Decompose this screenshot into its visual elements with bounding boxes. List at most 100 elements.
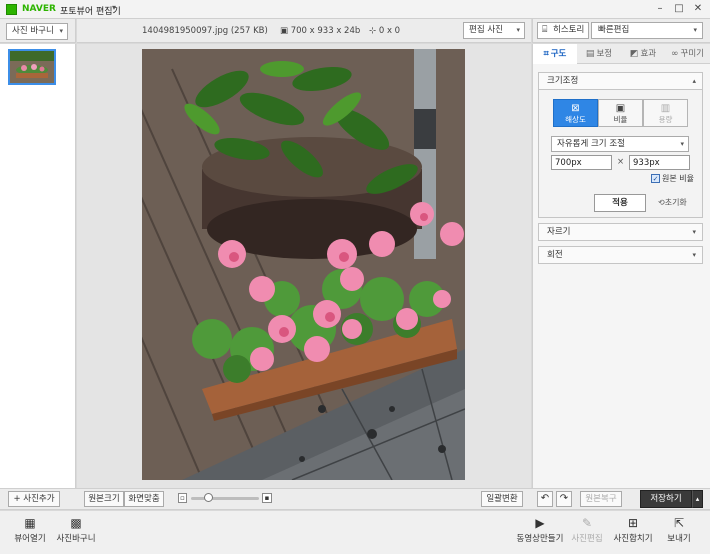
image-dimensions: ▣ 700 x 933 x 24b xyxy=(280,26,360,36)
photo-basket-label: 사진바구니 xyxy=(56,534,96,544)
tab-composition[interactable]: ⌗ 구도 xyxy=(533,44,577,64)
naver-logo-icon xyxy=(6,4,17,15)
dimensions-text: 700 x 933 x 24b xyxy=(290,26,361,36)
resolution-icon: ⊠ xyxy=(571,103,580,114)
pencil-icon: ✎ xyxy=(581,516,593,530)
fit-screen-button[interactable]: 화면맞춤 xyxy=(124,491,164,507)
chevron-up-icon: ▴ xyxy=(692,77,696,85)
resolution-mode-label: 해상도 xyxy=(565,115,586,124)
thumbnail-image xyxy=(10,51,54,83)
zoom-slider[interactable] xyxy=(191,497,259,500)
send-button[interactable]: ⇱ 보내기 xyxy=(662,517,696,544)
file-name-size: 1404981950097.jpg (257 KB) xyxy=(142,26,268,36)
maximize-button[interactable]: □ xyxy=(672,2,686,16)
tab-label: 구도 xyxy=(550,49,567,59)
times-sign: × xyxy=(617,157,625,167)
tab-correction[interactable]: ▤ 보정 xyxy=(577,44,621,64)
edit-photo-dropdown-label: 편집 사진 xyxy=(469,25,503,35)
resize-mode-dropdown[interactable]: 자유롭게 크기 조절 ▾ xyxy=(551,136,689,152)
decorate-icon: ∞ xyxy=(671,49,679,59)
reset-button-label: 초기화 xyxy=(664,198,687,207)
save-options-caret-icon[interactable]: ▴ xyxy=(692,490,703,508)
reset-icon: ⟲ xyxy=(658,198,665,207)
ratio-mode-label: 비율 xyxy=(613,115,628,124)
photo-merge-label: 사진합치기 xyxy=(613,534,653,544)
edit-photo-dropdown[interactable]: 편집 사진 ▾ xyxy=(463,22,525,39)
tab-effect[interactable]: ◩ 효과 xyxy=(621,44,665,64)
crop-section-header[interactable]: 자르기 ▾ xyxy=(538,223,703,241)
resize-section-header[interactable]: 크기조정 ▴ xyxy=(538,72,703,90)
ratio-icon: ▣ xyxy=(615,103,626,114)
original-size-button[interactable]: 원본크기 xyxy=(84,491,124,507)
viewer-icon: ▦ xyxy=(24,516,36,530)
share-icon: ⇱ xyxy=(673,516,685,530)
zoom-slider-handle[interactable] xyxy=(203,493,213,502)
coordinates-text: 0 x 0 xyxy=(378,26,401,36)
chevron-down-icon: ▾ xyxy=(680,140,684,148)
zoom-in-icon[interactable]: ▪ xyxy=(262,493,272,503)
dimensions-icon: ▣ xyxy=(280,26,291,36)
rotate-section-title: 회전 xyxy=(547,250,563,260)
grid-icon: ▩ xyxy=(70,516,82,530)
tab-label: 꾸미기 xyxy=(680,49,704,59)
rotate-section-header[interactable]: 회전 ▾ xyxy=(538,246,703,264)
resize-section-title: 크기조정 xyxy=(547,76,579,86)
merge-icon: ⊞ xyxy=(627,516,639,530)
revert-original-button[interactable]: 원본복구 xyxy=(580,491,622,507)
photo-basket-button[interactable]: ▩ 사진바구니 xyxy=(53,517,99,544)
filesize-mode-label: 용량 xyxy=(658,115,673,124)
width-input[interactable] xyxy=(551,155,612,170)
photo-image xyxy=(142,49,465,480)
filesize-icon: ▥ xyxy=(660,103,671,114)
filesize-mode-button[interactable]: ▥ 용량 xyxy=(643,99,688,127)
photo-basket-list xyxy=(0,44,76,488)
minimize-button[interactable]: – xyxy=(653,2,667,16)
crop-section-title: 자르기 xyxy=(547,227,571,237)
crosshair-icon: ⊹ xyxy=(369,26,379,36)
close-button[interactable]: ✕ xyxy=(691,2,705,16)
title-menu-caret-icon[interactable]: ▾ xyxy=(112,3,116,12)
batch-convert-button[interactable]: 일괄변환 xyxy=(481,491,523,507)
quick-edit-dropdown[interactable]: 빠른편집 ▾ xyxy=(591,22,703,39)
height-input[interactable] xyxy=(629,155,690,170)
viewer-open-label: 뷰어열기 xyxy=(14,534,46,544)
make-video-label: 동영상만들기 xyxy=(516,534,564,544)
video-icon: ▶ xyxy=(535,516,545,530)
make-video-button[interactable]: ▶ 동영상만들기 xyxy=(514,517,566,544)
photo-edit-button[interactable]: ✎ 사진편집 xyxy=(568,517,606,544)
quick-edit-dropdown-label: 빠른편집 xyxy=(598,25,630,35)
tab-decorate[interactable]: ∞ 꾸미기 xyxy=(665,44,710,64)
effect-icon: ◩ xyxy=(629,49,639,59)
resize-mode-dropdown-label: 자유롭게 크기 조절 xyxy=(557,139,625,149)
tab-label: 보정 xyxy=(596,49,613,59)
photo-thumbnail[interactable] xyxy=(8,49,56,85)
apply-button[interactable]: 적용 xyxy=(594,194,646,212)
brand-name: NAVER xyxy=(22,4,56,14)
viewer-open-button[interactable]: ▦ 뷰어열기 xyxy=(10,517,50,544)
save-button[interactable]: 저장하기 xyxy=(640,490,692,508)
chevron-down-icon: ▾ xyxy=(59,27,63,35)
undo-button[interactable]: ↶ xyxy=(537,491,553,507)
chevron-down-icon: ▾ xyxy=(692,251,696,259)
history-icon: ⌸ xyxy=(542,25,548,35)
keep-ratio-label: 원본 비율 xyxy=(662,174,694,183)
edited-photo[interactable] xyxy=(142,49,465,480)
chevron-down-icon: ▾ xyxy=(516,26,520,34)
chevron-down-icon: ▾ xyxy=(692,228,696,236)
zoom-out-icon[interactable]: ▫ xyxy=(178,493,187,503)
history-button[interactable]: ⌸ 히스토리 xyxy=(537,22,589,39)
ratio-mode-button[interactable]: ▣ 비율 xyxy=(598,99,643,127)
resolution-mode-button[interactable]: ⊠ 해상도 xyxy=(553,99,598,127)
photo-basket-dropdown[interactable]: 사진 바구니 ▾ xyxy=(6,23,68,40)
keep-ratio-checkbox[interactable]: ✓ xyxy=(651,174,660,183)
photo-edit-label: 사진편집 xyxy=(571,534,603,544)
adjust-icon: ▤ xyxy=(585,49,595,59)
redo-button[interactable]: ↷ xyxy=(556,491,572,507)
chevron-down-icon: ▾ xyxy=(693,26,697,34)
reset-button[interactable]: ⟲초기화 xyxy=(658,197,687,208)
cursor-coordinates: ⊹ 0 x 0 xyxy=(369,26,400,36)
send-label: 보내기 xyxy=(667,534,691,544)
photo-merge-button[interactable]: ⊞ 사진합치기 xyxy=(610,517,656,544)
add-photo-button[interactable]: + 사진추가 xyxy=(8,491,60,507)
photo-basket-dropdown-label: 사진 바구니 xyxy=(12,26,54,36)
